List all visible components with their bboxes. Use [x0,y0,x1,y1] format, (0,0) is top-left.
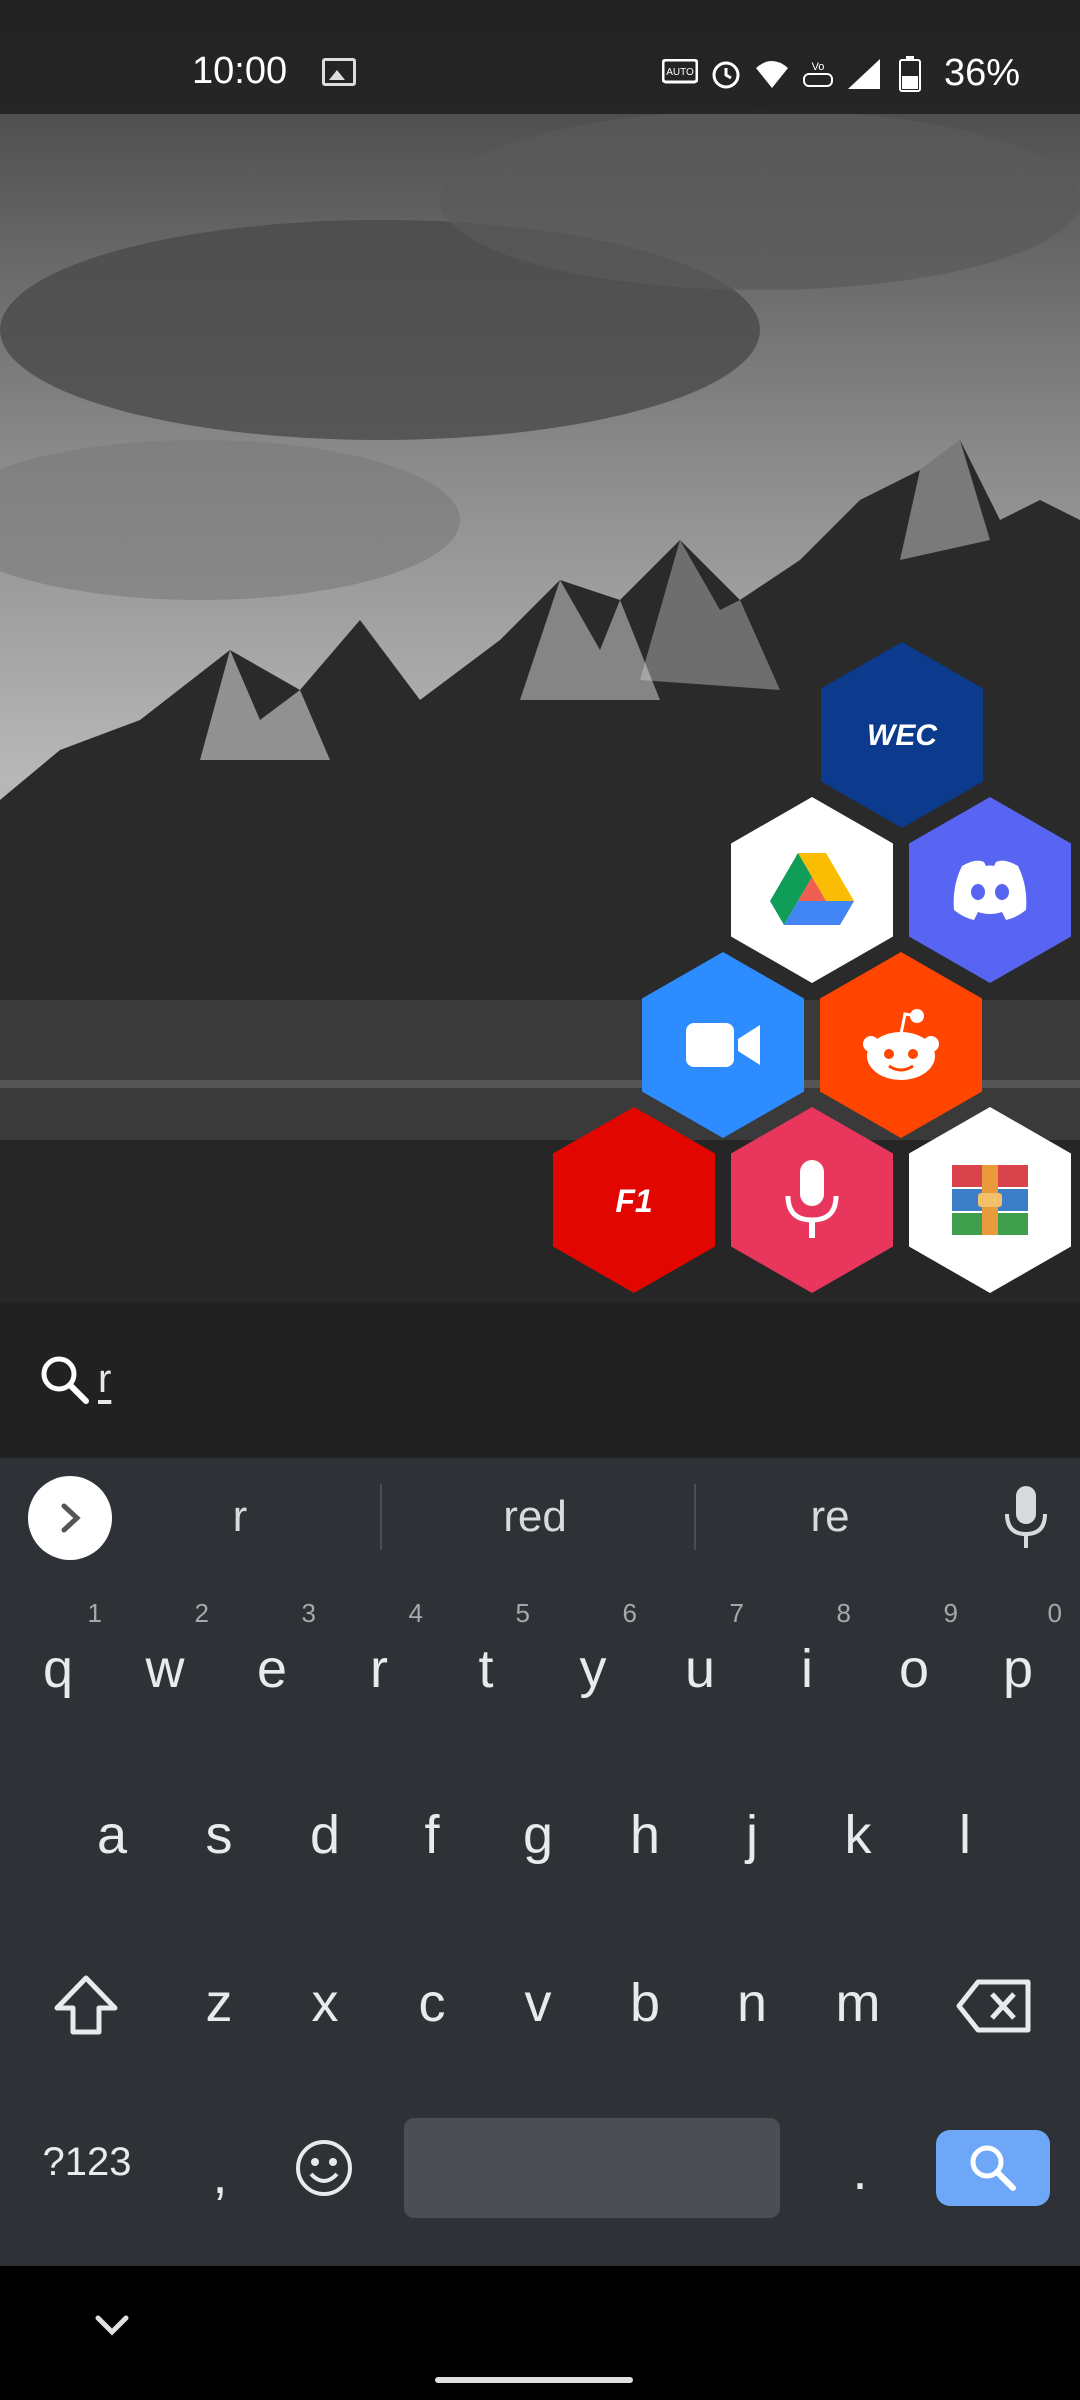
image-icon [322,58,356,86]
shift-arrow-icon [54,1975,118,2035]
key-m[interactable]: m [808,1972,908,2034]
suggestion-strip: r red re [0,1458,1080,1576]
wifi-6-icon [754,56,790,92]
voice-input-mic-icon[interactable] [1004,1486,1048,1553]
search-input[interactable]: r [98,1357,111,1402]
suggestion-divider [380,1484,382,1550]
google-drive-icon [770,853,854,925]
key-period[interactable]: . [810,2140,910,2202]
key-s[interactable]: s [169,1804,269,1866]
key-p[interactable]: p0 [968,1598,1068,1700]
suggestion-2[interactable]: red [440,1492,630,1542]
key-a[interactable]: a [62,1804,162,1866]
discord-icon [953,860,1027,920]
keyboard: q1 w2 e3 r4 t5 y6 u7 i8 o9 p0 a s d f g … [0,1576,1080,2266]
search-icon [970,2145,1016,2191]
symbols-key[interactable]: ?123 [22,2140,152,2185]
keyboard-search-button[interactable] [936,2130,1050,2206]
key-e[interactable]: e3 [222,1598,322,1700]
signal-icon [846,56,882,92]
key-u[interactable]: u7 [650,1598,750,1700]
video-camera-icon [686,1023,760,1067]
emoji-icon [296,2140,352,2196]
suggestion-divider [694,1484,696,1550]
key-l[interactable]: l [915,1804,1015,1866]
key-x[interactable]: x [275,1972,375,2034]
key-d[interactable]: d [275,1804,375,1866]
shift-key[interactable] [36,1974,136,2049]
microphone-icon [785,1160,839,1238]
search-bar[interactable]: r [0,1303,1080,1458]
svg-text:AUTO: AUTO [666,67,694,78]
backspace-icon [956,1979,1031,2033]
key-k[interactable]: k [808,1804,908,1866]
f1-logo-icon: F1 [615,1183,652,1219]
volte-icon: Vo [800,56,836,92]
key-w[interactable]: w2 [115,1598,215,1700]
key-j[interactable]: j [702,1804,802,1866]
emoji-key[interactable] [274,2138,374,2211]
chevron-right-icon [61,1503,81,1533]
key-g[interactable]: g [488,1804,588,1866]
key-n[interactable]: n [702,1972,802,2034]
auto-hz-icon: AUTO [661,56,698,92]
svg-text:F1: F1 [615,1183,652,1219]
battery-percent: 36% [943,52,1020,94]
key-f[interactable]: f [382,1804,482,1866]
svg-text:WEC: WEC [867,719,938,752]
key-z[interactable]: z [169,1972,269,2034]
hide-keyboard-chevron-down-icon[interactable] [92,2312,132,2345]
suggestion-1[interactable]: r [190,1492,290,1542]
key-i[interactable]: i8 [757,1598,857,1700]
status-icons: AUTO Vo 36% [661,52,1020,95]
key-r[interactable]: r4 [329,1598,429,1700]
svg-text:Vo: Vo [812,61,825,73]
space-bar[interactable] [404,2118,780,2218]
key-c[interactable]: c [382,1972,482,2034]
key-y[interactable]: y6 [543,1598,643,1700]
rar-archive-icon [952,1165,1028,1235]
search-icon [38,1353,92,1412]
key-h[interactable]: h [595,1804,695,1866]
key-o[interactable]: o9 [864,1598,964,1700]
reddit-icon [863,1009,939,1080]
key-t[interactable]: t5 [436,1598,536,1700]
key-comma[interactable]: , [170,2144,270,2206]
key-v[interactable]: v [488,1972,588,2034]
battery-icon [892,55,928,92]
gesture-handle[interactable] [435,2377,633,2383]
alarm-icon [708,56,744,92]
status-bar: 10:00 AUTO Vo 36% [0,0,1080,114]
key-q[interactable]: q1 [8,1598,108,1700]
wec-logo-icon: WEC [867,719,938,752]
expand-toolbar-button[interactable] [28,1476,112,1560]
key-b[interactable]: b [595,1972,695,2034]
suggestion-3[interactable]: re [780,1492,880,1542]
backspace-key[interactable] [944,1978,1044,2047]
navigation-bar [0,2266,1080,2400]
status-time: 10:00 [192,50,288,92]
